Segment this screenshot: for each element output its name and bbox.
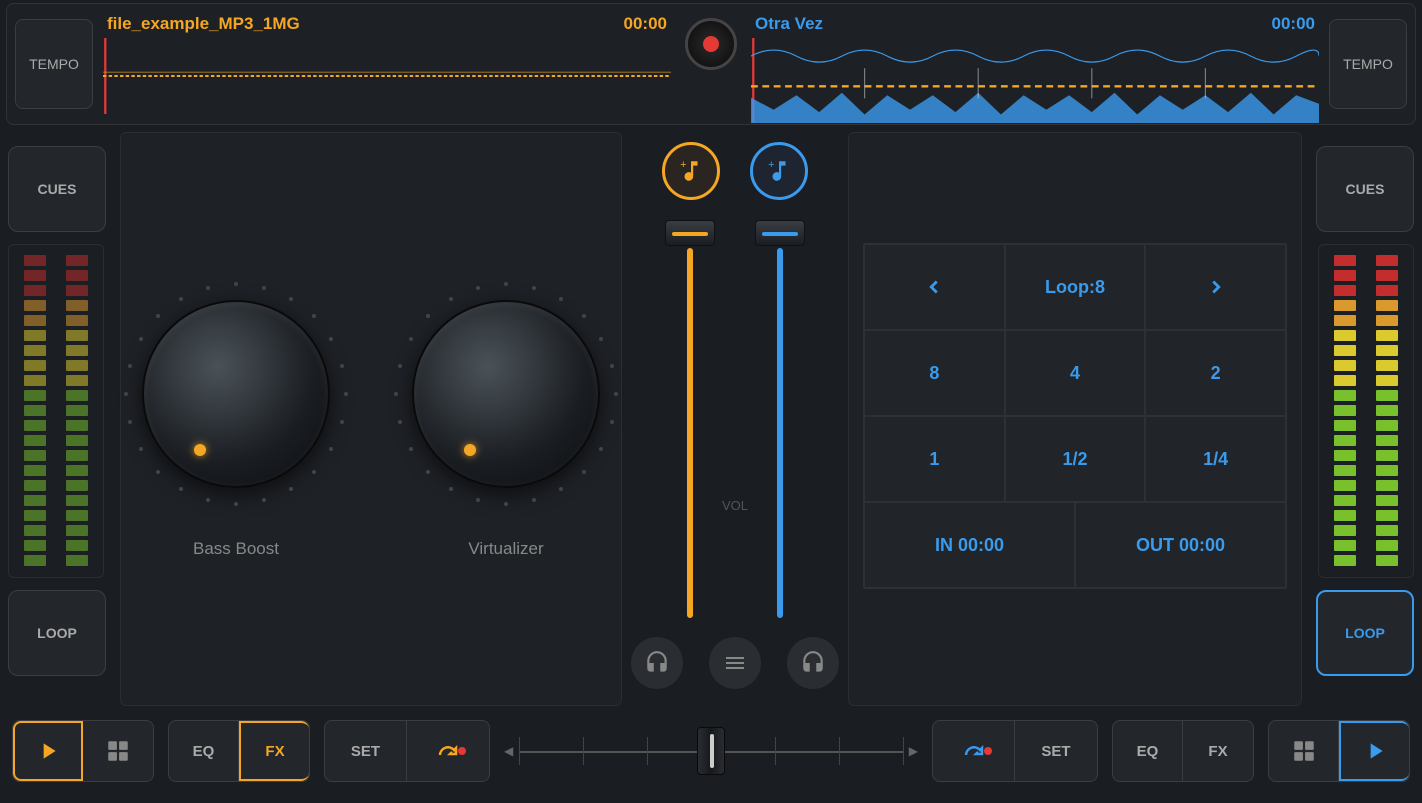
pads-button-right[interactable] [1269, 721, 1339, 781]
headphone-cue-right[interactable] [786, 636, 840, 690]
music-note-icon: + [766, 158, 792, 184]
center-mixer: + + VOL [626, 132, 844, 706]
rec-dot-icon [458, 747, 466, 755]
svg-text:+: + [680, 159, 686, 171]
redo-icon [436, 741, 460, 761]
loop-out-button[interactable]: OUT 00:00 [1075, 502, 1286, 588]
set-rec-group-left: SET [324, 720, 490, 782]
pads-button-left[interactable] [83, 721, 153, 781]
track-time-right: 00:00 [1272, 14, 1315, 34]
loop-size-half[interactable]: 1/2 [1005, 416, 1146, 502]
set-button-right[interactable]: SET [1015, 721, 1097, 781]
loop-size-2[interactable]: 2 [1145, 330, 1286, 416]
bass-boost-label: Bass Boost [193, 539, 279, 559]
headphone-icon [644, 650, 670, 676]
track-display-right[interactable]: Otra Vez 00:00 [751, 14, 1319, 114]
track-title-right: Otra Vez [755, 14, 823, 34]
track-time-left: 00:00 [624, 14, 667, 34]
eq-fx-group-right: EQ FX [1112, 720, 1254, 782]
eq-button-right[interactable]: EQ [1113, 721, 1183, 781]
crossfader-arrow-left-icon: ◀ [504, 744, 513, 758]
cues-button-left[interactable]: CUES [8, 146, 106, 232]
chevron-left-icon [923, 276, 945, 298]
headphone-cue-left[interactable] [630, 636, 684, 690]
eq-button-left[interactable]: EQ [169, 721, 239, 781]
fx-button-right[interactable]: FX [1183, 721, 1253, 781]
side-column-right: CUES LOOP [1306, 132, 1414, 706]
rec-dot-icon [984, 747, 992, 755]
waveform-right[interactable] [751, 38, 1319, 123]
set-rec-group-right: SET [932, 720, 1098, 782]
rec-button-left[interactable] [407, 721, 489, 781]
top-bar: TEMPO file_example_MP3_1MG 00:00 Otra Ve… [6, 3, 1416, 125]
tempo-button-right[interactable]: TEMPO [1329, 19, 1407, 109]
record-button[interactable] [685, 18, 737, 70]
virtualizer-knob[interactable] [391, 279, 621, 509]
headphone-icon [800, 650, 826, 676]
chevron-right-icon [1205, 276, 1227, 298]
virtualizer-label: Virtualizer [468, 539, 543, 559]
side-column-left: CUES LOOP [8, 132, 116, 706]
loop-size-quarter[interactable]: 1/4 [1145, 416, 1286, 502]
play-group-right [1268, 720, 1410, 782]
play-button-right[interactable] [1339, 721, 1409, 781]
crossfader[interactable]: ◀ ▶ [504, 724, 918, 778]
bass-boost-knob[interactable] [121, 279, 351, 509]
track-title-left: file_example_MP3_1MG [107, 14, 300, 34]
crossfader-arrow-right-icon: ▶ [909, 744, 918, 758]
loop-next-button[interactable] [1145, 244, 1286, 330]
loop-in-button[interactable]: IN 00:00 [864, 502, 1075, 588]
loop-size-1[interactable]: 1 [864, 416, 1005, 502]
loop-button-right[interactable]: LOOP [1316, 590, 1414, 676]
loop-prev-button[interactable] [864, 244, 1005, 330]
volume-fader-right[interactable] [755, 218, 805, 618]
add-track-left-button[interactable]: + [662, 142, 720, 200]
loop-button-left[interactable]: LOOP [8, 590, 106, 676]
play-group-left [12, 720, 154, 782]
play-icon [1362, 738, 1388, 764]
play-button-left[interactable] [13, 721, 83, 781]
tempo-button-left[interactable]: TEMPO [15, 19, 93, 109]
music-note-icon: + [678, 158, 704, 184]
grid-icon [105, 738, 131, 764]
main-area: CUES LOOP Bass Boost [0, 128, 1422, 710]
fx-button-left[interactable]: FX [239, 721, 309, 781]
add-track-right-button[interactable]: + [750, 142, 808, 200]
volume-fader-left[interactable] [665, 218, 715, 618]
track-display-left[interactable]: file_example_MP3_1MG 00:00 [103, 14, 671, 114]
menu-icon [723, 651, 747, 675]
play-icon [35, 738, 61, 764]
redo-icon [962, 741, 986, 761]
deck-panel-left: Bass Boost Virtualizer [120, 132, 622, 706]
vol-label: VOL [722, 498, 748, 513]
loop-size-4[interactable]: 4 [1005, 330, 1146, 416]
eq-fx-group-left: EQ FX [168, 720, 310, 782]
grid-icon [1291, 738, 1317, 764]
crossfader-handle[interactable] [697, 727, 725, 775]
deck-panel-right: Loop:8 8 4 2 1 1/2 1/4 IN 00:00 [848, 132, 1302, 706]
bottom-bar: EQ FX SET ◀ ▶ SET EQ FX [0, 710, 1422, 792]
svg-text:+: + [768, 159, 774, 171]
waveform-left[interactable] [103, 38, 671, 114]
record-icon [703, 36, 719, 52]
set-button-left[interactable]: SET [325, 721, 407, 781]
vu-meter-left [8, 244, 104, 578]
loop-size-8[interactable]: 8 [864, 330, 1005, 416]
vu-meter-right [1318, 244, 1414, 578]
loop-size-display: Loop:8 [1005, 244, 1146, 330]
cues-button-right[interactable]: CUES [1316, 146, 1414, 232]
rec-button-right[interactable] [933, 721, 1015, 781]
menu-button[interactable] [708, 636, 762, 690]
